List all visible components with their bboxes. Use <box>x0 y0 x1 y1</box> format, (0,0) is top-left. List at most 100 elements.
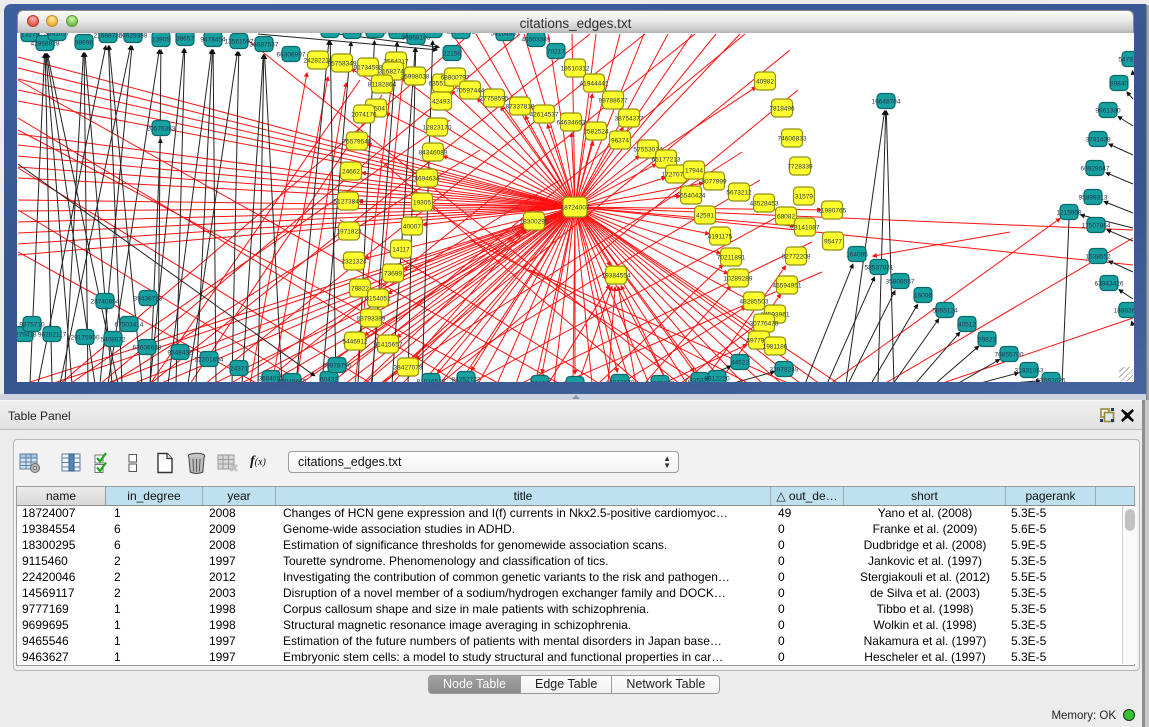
svg-text:31831063: 31831063 <box>1015 368 1044 375</box>
svg-text:7818496: 7818496 <box>769 106 795 113</box>
svg-text:67503414: 67503414 <box>115 322 144 329</box>
svg-text:29175900: 29175900 <box>71 335 100 342</box>
svg-text:9961380: 9961380 <box>1095 108 1121 115</box>
svg-text:84252722: 84252722 <box>452 377 481 383</box>
svg-text:6279418: 6279418 <box>17 332 37 339</box>
svg-text:5408072: 5408072 <box>100 337 126 344</box>
svg-text:1981186: 1981186 <box>763 344 788 351</box>
svg-text:24972279: 24972279 <box>646 381 675 383</box>
svg-text:24371: 24371 <box>230 366 248 373</box>
svg-text:40007: 40007 <box>403 224 421 231</box>
svg-text:17944: 17944 <box>685 168 703 175</box>
svg-text:48285503: 48285503 <box>740 299 769 306</box>
svg-text:39436733: 39436733 <box>134 296 163 303</box>
svg-text:16648784: 16648784 <box>872 99 901 106</box>
svg-text:2582524: 2582524 <box>583 129 609 136</box>
svg-text:45812670: 45812670 <box>606 380 635 383</box>
svg-text:18300295: 18300295 <box>520 219 549 226</box>
svg-text:16006: 16006 <box>914 293 932 300</box>
svg-text:19384554: 19384554 <box>602 273 631 280</box>
svg-text:18883684: 18883684 <box>1114 308 1134 315</box>
svg-text:38754377: 38754377 <box>615 116 644 123</box>
svg-text:70217: 70217 <box>547 49 565 56</box>
svg-text:43528453: 43528453 <box>750 201 779 208</box>
svg-text:90048665: 90048665 <box>278 379 307 383</box>
svg-text:70211891: 70211891 <box>717 255 746 262</box>
svg-text:42614537: 42614537 <box>530 112 559 119</box>
svg-text:30776478: 30776478 <box>750 321 779 328</box>
svg-text:36998038: 36998038 <box>401 74 430 81</box>
svg-text:36687537: 36687537 <box>250 42 279 49</box>
svg-text:9548432: 9548432 <box>167 350 193 357</box>
svg-text:17507864: 17507864 <box>1082 223 1111 230</box>
svg-text:35808537: 35808537 <box>886 279 915 286</box>
svg-text:1215958: 1215958 <box>1056 210 1082 217</box>
svg-text:5446912: 5446912 <box>342 339 368 346</box>
svg-text:1538552: 1538552 <box>1085 254 1111 261</box>
svg-text:91415657: 91415657 <box>374 342 403 349</box>
svg-text:3341057: 3341057 <box>44 33 70 38</box>
svg-text:22981052: 22981052 <box>447 33 476 36</box>
svg-text:89840: 89840 <box>1110 81 1128 88</box>
svg-text:70855700: 70855700 <box>995 352 1024 359</box>
svg-text:23141087: 23141087 <box>791 225 820 232</box>
svg-text:79822: 79822 <box>351 286 369 293</box>
svg-text:7728339: 7728339 <box>787 164 813 171</box>
svg-text:8077999: 8077999 <box>701 179 727 186</box>
svg-text:95758349: 95758349 <box>328 61 357 68</box>
svg-text:58537831: 58537831 <box>865 265 894 272</box>
svg-text:33978249: 33978249 <box>770 367 799 374</box>
svg-text:81016525: 81016525 <box>417 379 446 383</box>
svg-text:45594951: 45594951 <box>773 283 802 290</box>
svg-text:5855124: 5855124 <box>932 308 958 315</box>
svg-text:4191175: 4191175 <box>708 234 733 241</box>
svg-text:11980765: 11980765 <box>818 208 847 215</box>
svg-text:19305: 19305 <box>413 200 431 207</box>
svg-text:38427073: 38427073 <box>394 365 423 372</box>
svg-text:9478454: 9478454 <box>200 37 226 44</box>
svg-text:30926: 30926 <box>366 33 384 35</box>
svg-text:13905: 13905 <box>152 37 170 44</box>
svg-text:2074176: 2074176 <box>351 112 377 119</box>
svg-text:59823: 59823 <box>978 337 996 344</box>
svg-text:40982: 40982 <box>756 79 774 86</box>
svg-text:31579: 31579 <box>795 194 813 201</box>
svg-text:24662: 24662 <box>342 169 360 176</box>
svg-text:27758595: 27758595 <box>480 96 509 103</box>
svg-text:4694634: 4694634 <box>414 176 440 183</box>
svg-text:56164955: 56164955 <box>491 33 520 38</box>
svg-text:95477: 95477 <box>824 239 842 246</box>
svg-text:66306997: 66306997 <box>277 52 306 59</box>
svg-text:70597444: 70597444 <box>456 88 485 95</box>
svg-text:9375710: 9375710 <box>19 322 45 329</box>
svg-text:3741438: 3741438 <box>1085 137 1111 144</box>
svg-text:98696: 98696 <box>75 40 93 47</box>
svg-text:5673212: 5673212 <box>726 190 752 197</box>
svg-text:8612220: 8612220 <box>704 376 730 383</box>
svg-text:12823170: 12823170 <box>423 125 452 132</box>
svg-text:82772208: 82772208 <box>782 254 811 261</box>
svg-text:95899313: 95899313 <box>1079 195 1108 202</box>
svg-text:60432: 60432 <box>320 377 338 383</box>
svg-text:51273847: 51273847 <box>334 199 363 206</box>
svg-text:10289289: 10289289 <box>724 276 753 283</box>
svg-text:5479144: 5479144 <box>1118 57 1134 64</box>
svg-text:63606628: 63606628 <box>133 345 162 352</box>
svg-text:42493: 42493 <box>432 99 450 106</box>
svg-text:55540424: 55540424 <box>677 193 706 200</box>
svg-text:63843426: 63843426 <box>1095 281 1124 288</box>
svg-text:96282117: 96282117 <box>38 332 67 339</box>
svg-text:87337818: 87337818 <box>506 104 535 111</box>
svg-text:81182864: 81182864 <box>368 82 397 89</box>
svg-text:3154051: 3154051 <box>365 296 391 303</box>
svg-text:19510312: 19510312 <box>561 66 590 73</box>
svg-text:89978790: 89978790 <box>323 363 352 370</box>
svg-text:45503389: 45503389 <box>522 37 551 44</box>
svg-text:99353: 99353 <box>566 382 584 383</box>
svg-text:14117: 14117 <box>392 247 410 254</box>
svg-text:96374: 96374 <box>611 138 629 145</box>
svg-text:41944441: 41944441 <box>580 81 609 88</box>
svg-text:42591: 42591 <box>696 213 714 220</box>
svg-text:22201654: 22201654 <box>195 357 224 364</box>
svg-text:57683626: 57683626 <box>1037 378 1066 383</box>
